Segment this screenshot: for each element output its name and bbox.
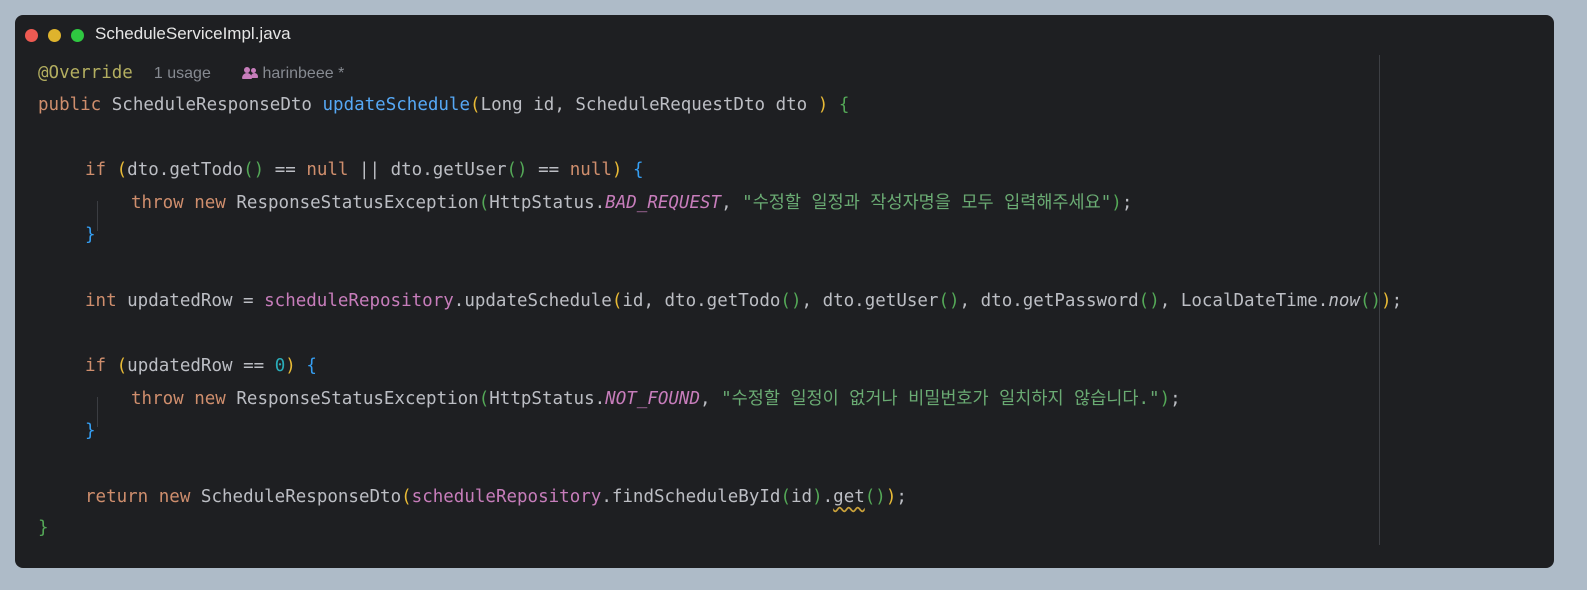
code-line-12: } [85, 421, 96, 441]
minimize-window-button[interactable] [48, 29, 61, 42]
code-line-11: throw new ResponseStatusException(HttpSt… [131, 389, 1181, 409]
code-editor[interactable]: @Override 1 usage harinbeee * public Sch… [38, 59, 1402, 559]
title-bar: ScheduleServiceImpl.java [15, 15, 1554, 55]
code-line-15: } [38, 518, 49, 538]
warning-underline[interactable]: get [833, 487, 865, 507]
usage-hint[interactable]: 1 usage [154, 65, 211, 82]
code-line-8: int updatedRow = scheduleRepository.upda… [85, 291, 1403, 311]
code-line-6: } [85, 225, 96, 245]
code-line-4: if (dto.getTodo() == null || dto.getUser… [85, 160, 644, 180]
author-hint[interactable]: harinbeee * [242, 65, 344, 82]
code-line-14: return new ScheduleResponseDto(scheduleR… [85, 487, 907, 507]
string-literal: "수정할 일정과 작성자명을 모두 입력해주세요" [742, 193, 1112, 213]
code-line-1: @Override 1 usage harinbeee * [38, 59, 344, 87]
method-params: Long id, ScheduleRequestDto dto [480, 95, 818, 115]
string-literal: "수정할 일정이 없거나 비밀번호가 일치하지 않습니다." [721, 389, 1160, 409]
code-line-2: public ScheduleResponseDto updateSchedul… [38, 95, 850, 115]
maximize-window-button[interactable] [71, 29, 84, 42]
annotation: @Override [38, 63, 133, 83]
keyword: public [38, 95, 102, 115]
editor-window: ScheduleServiceImpl.java @Override 1 usa… [15, 15, 1554, 568]
code-line-10: if (updatedRow == 0) { [85, 356, 317, 376]
file-name-title: ScheduleServiceImpl.java [95, 24, 291, 43]
return-type: ScheduleResponseDto [111, 95, 312, 115]
close-window-button[interactable] [25, 29, 38, 42]
method-name: updateSchedule [322, 95, 471, 115]
users-icon [242, 67, 259, 79]
code-line-5: throw new ResponseStatusException(HttpSt… [131, 193, 1133, 213]
